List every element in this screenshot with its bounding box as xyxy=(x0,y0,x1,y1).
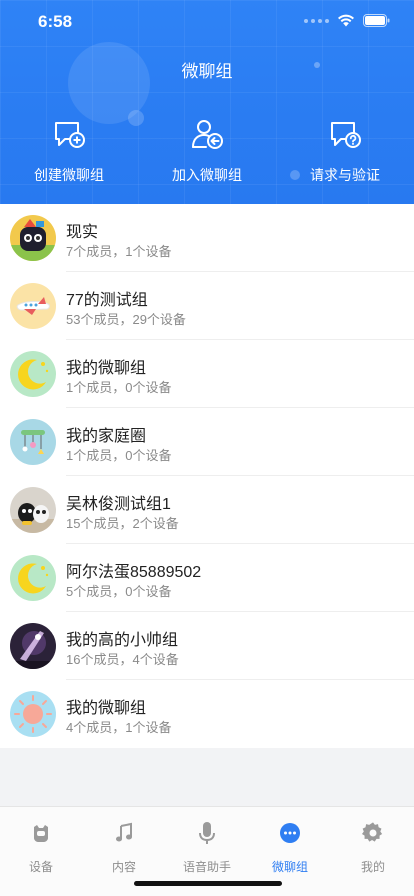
tab-device[interactable]: 设备 xyxy=(6,821,76,875)
microphone-icon xyxy=(199,822,215,844)
group-name: 现实 xyxy=(66,224,99,241)
wifi-icon xyxy=(338,14,354,27)
create-group-label: 创建微聊组 xyxy=(34,167,104,183)
tab-label: 设备 xyxy=(28,860,53,874)
group-meta: 4个成员，1个设备 xyxy=(66,720,172,735)
status-time: 6:58 xyxy=(38,12,73,31)
status-bar: 6:58 xyxy=(0,0,414,44)
group-row[interactable]: 吴林俊测试组1 15个成员，2个设备 xyxy=(0,476,414,544)
group-meta: 1个成员，0个设备 xyxy=(66,380,172,395)
group-meta: 5个成员，0个设备 xyxy=(66,584,172,599)
group-meta: 1个成员，0个设备 xyxy=(66,448,172,463)
join-group-label: 加入微聊组 xyxy=(172,167,242,183)
group-row[interactable]: 我的高的小帅组 16个成员，4个设备 xyxy=(0,612,414,680)
tab-content[interactable]: 内容 xyxy=(89,821,159,875)
group-name: 我的家庭圈 xyxy=(66,428,147,445)
music-note-icon xyxy=(116,822,132,842)
mobile-avatar xyxy=(10,419,56,465)
group-name: 吴林俊测试组1 xyxy=(66,496,171,513)
group-meta: 15个成员，2个设备 xyxy=(66,516,179,531)
group-name: 我的微聊组 xyxy=(66,700,147,717)
user-join-icon xyxy=(192,120,223,149)
group-meta: 53个成员，29个设备 xyxy=(66,312,186,327)
gear-icon xyxy=(361,822,383,842)
chat-question-icon xyxy=(331,122,361,148)
moon-avatar xyxy=(10,351,56,397)
chat-add-icon xyxy=(55,122,85,148)
home-indicator xyxy=(134,881,282,886)
tab-mine[interactable]: 我的 xyxy=(338,821,408,875)
group-name: 阿尔法蛋85889502 xyxy=(66,564,202,581)
battery-icon xyxy=(363,14,390,27)
status-icons xyxy=(304,14,390,27)
group-row[interactable]: 我的家庭圈 1个成员，0个设备 xyxy=(0,408,414,476)
tab-voice-assistant[interactable]: 语音助手 xyxy=(172,821,242,875)
tab-label: 语音助手 xyxy=(182,860,231,874)
header: 6:58 微聊组 创建微聊组 加入微聊组 请求与验证 xyxy=(0,0,414,204)
group-row[interactable]: 阿尔法蛋85889502 5个成员，0个设备 xyxy=(0,544,414,612)
tab-wechat-group[interactable]: 微聊组 xyxy=(255,821,325,875)
moon-avatar xyxy=(10,555,56,601)
sun-avatar xyxy=(10,691,56,737)
group-row[interactable]: 77的测试组 53个成员，29个设备 xyxy=(0,272,414,340)
join-group-button[interactable]: 加入微聊组 xyxy=(147,118,267,185)
group-meta: 16个成员，4个设备 xyxy=(66,652,179,667)
create-group-button[interactable]: 创建微聊组 xyxy=(9,118,129,185)
page-title: 微聊组 xyxy=(181,62,233,81)
requests-verification-button[interactable]: 请求与验证 xyxy=(285,118,405,185)
group-row[interactable]: 我的微聊组 4个成员，1个设备 xyxy=(0,680,414,748)
robot-avatar xyxy=(10,215,56,261)
group-row[interactable]: 我的微聊组 1个成员，0个设备 xyxy=(0,340,414,408)
plane-avatar xyxy=(10,283,56,329)
tab-label: 内容 xyxy=(111,860,136,874)
group-list: 现实 7个成员，1个设备 77的测试组 53个成员，29个设备 我的微聊组 1个… xyxy=(0,204,414,748)
chat-bubble-icon xyxy=(280,823,300,843)
header-actions: 创建微聊组 加入微聊组 请求与验证 xyxy=(0,118,414,188)
group-name: 我的微聊组 xyxy=(66,360,147,377)
tab-label: 微聊组 xyxy=(271,860,308,874)
group-row[interactable]: 现实 7个成员，1个设备 xyxy=(0,204,414,272)
group-meta: 7个成员，1个设备 xyxy=(66,244,172,259)
device-icon xyxy=(34,825,48,842)
photo-robot-avatar xyxy=(10,487,56,533)
tab-label: 我的 xyxy=(360,860,385,874)
cellular-signal-icon xyxy=(304,18,329,23)
group-name: 我的高的小帅组 xyxy=(66,632,179,649)
requests-verification-label: 请求与验证 xyxy=(310,167,380,183)
group-name: 77的测试组 xyxy=(66,292,148,309)
photo-light-avatar xyxy=(10,623,56,669)
